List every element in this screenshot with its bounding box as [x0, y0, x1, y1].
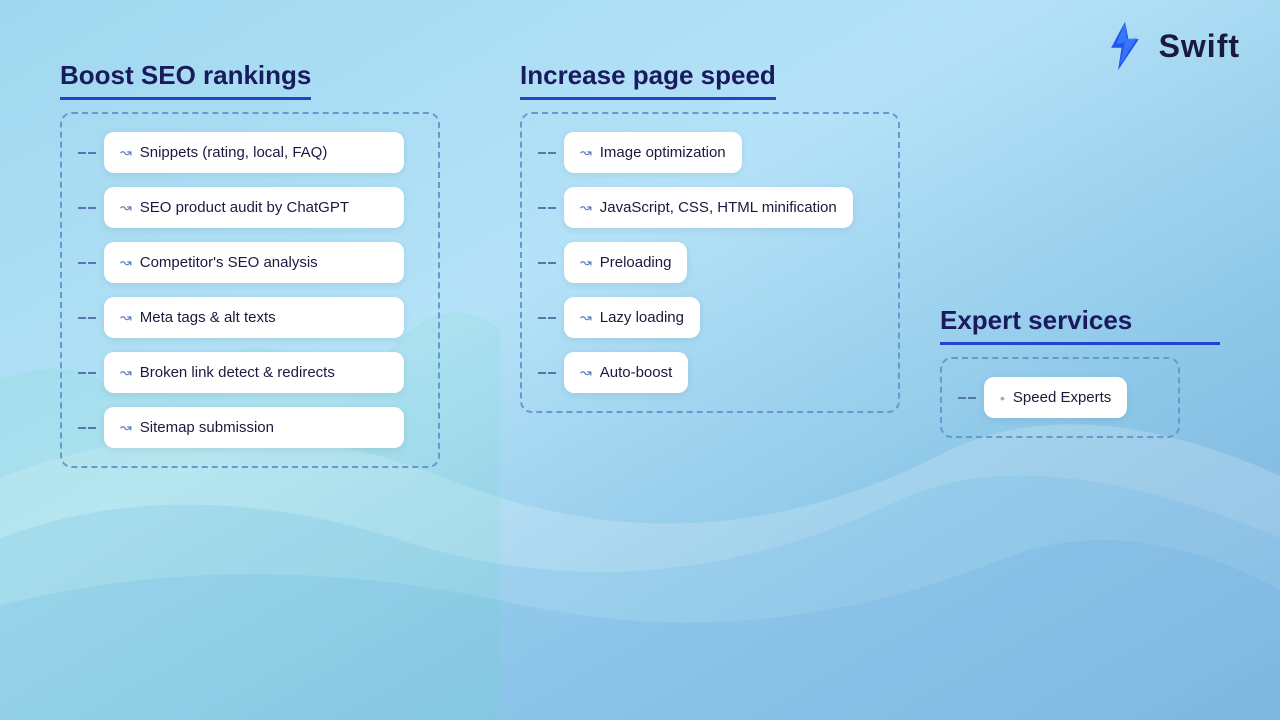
column-expert: Expert services • Speed Experts: [940, 60, 1220, 468]
item-box: ↝ Sitemap submission: [104, 407, 404, 448]
item-box: ↝ Broken link detect & redirects: [104, 352, 404, 393]
arrow-icon: ↝: [120, 364, 132, 381]
connector: [78, 262, 96, 264]
list-item: ↝ Image optimization: [538, 132, 882, 173]
connector: [538, 262, 556, 264]
list-item: ↝ Snippets (rating, local, FAQ): [78, 132, 422, 173]
item-box: ↝ Image optimization: [564, 132, 742, 173]
column-expert-title: Expert services: [940, 305, 1220, 345]
column-seo: Boost SEO rankings ↝ Snippets (rating, l…: [60, 60, 440, 468]
arrow-icon: ↝: [120, 199, 132, 216]
item-box: ↝ Snippets (rating, local, FAQ): [104, 132, 404, 173]
list-item: ↝ Competitor's SEO analysis: [78, 242, 422, 283]
connector: [78, 427, 96, 429]
item-box: ↝ SEO product audit by ChatGPT: [104, 187, 404, 228]
column-speed-title: Increase page speed: [520, 60, 776, 100]
list-item: ↝ Lazy loading: [538, 297, 882, 338]
connector: [538, 317, 556, 319]
arrow-icon: ↝: [580, 254, 592, 271]
connector: [538, 152, 556, 154]
connector: [538, 372, 556, 374]
arrow-icon: ↝: [120, 144, 132, 161]
connector: [78, 317, 96, 319]
item-box: • Speed Experts: [984, 377, 1127, 418]
expert-items-box: • Speed Experts: [940, 357, 1180, 438]
connector: [78, 207, 96, 209]
list-item: • Speed Experts: [958, 377, 1162, 418]
arrow-icon: ↝: [580, 199, 592, 216]
item-box: ↝ Meta tags & alt texts: [104, 297, 404, 338]
item-box: ↝ Preloading: [564, 242, 687, 283]
connector: [78, 152, 96, 154]
list-item: ↝ Preloading: [538, 242, 882, 283]
column-seo-title: Boost SEO rankings: [60, 60, 311, 100]
item-box: ↝ Competitor's SEO analysis: [104, 242, 404, 283]
list-item: ↝ Sitemap submission: [78, 407, 422, 448]
arrow-icon: ↝: [580, 144, 592, 161]
dot-icon: •: [1000, 390, 1005, 406]
item-box: ↝ Lazy loading: [564, 297, 700, 338]
arrow-icon: ↝: [580, 364, 592, 381]
speed-items-box: ↝ Image optimization ↝ JavaScript, CSS, …: [520, 112, 900, 413]
connector: [958, 397, 976, 399]
list-item: ↝ Broken link detect & redirects: [78, 352, 422, 393]
arrow-icon: ↝: [120, 419, 132, 436]
arrow-icon: ↝: [120, 309, 132, 326]
list-item: ↝ SEO product audit by ChatGPT: [78, 187, 422, 228]
arrow-icon: ↝: [120, 254, 132, 271]
list-item: ↝ Auto-boost: [538, 352, 882, 393]
list-item: ↝ Meta tags & alt texts: [78, 297, 422, 338]
connector: [538, 207, 556, 209]
item-box: ↝ JavaScript, CSS, HTML minification: [564, 187, 853, 228]
list-item: ↝ JavaScript, CSS, HTML minification: [538, 187, 882, 228]
arrow-icon: ↝: [580, 309, 592, 326]
logo-text: Swift: [1159, 28, 1240, 65]
connector: [78, 372, 96, 374]
column-speed: Increase page speed ↝ Image optimization: [520, 60, 900, 468]
item-box: ↝ Auto-boost: [564, 352, 688, 393]
seo-items-box: ↝ Snippets (rating, local, FAQ) ↝ SEO pr…: [60, 112, 440, 468]
